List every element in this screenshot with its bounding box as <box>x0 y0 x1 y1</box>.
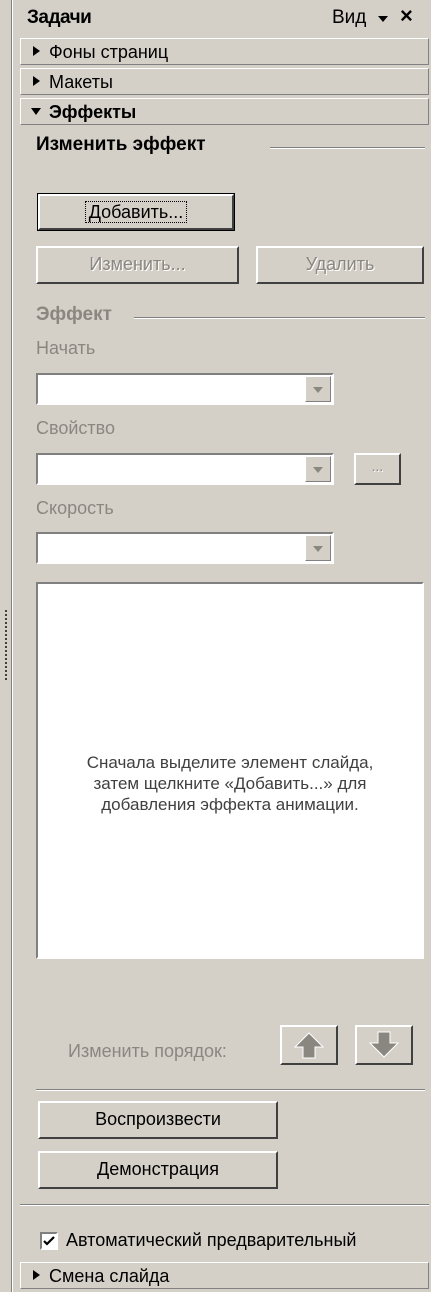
splitter-grip[interactable] <box>3 610 9 682</box>
check-icon <box>43 1236 55 1246</box>
effect-heading: Эффект <box>36 304 112 325</box>
play-button[interactable]: Воспроизвести <box>38 1101 278 1139</box>
move-down-button[interactable] <box>355 1025 413 1065</box>
start-combobox[interactable] <box>36 373 334 405</box>
delete-effect-button[interactable]: Удалить <box>256 246 424 284</box>
property-label: Свойство <box>36 418 116 438</box>
start-dropdown-button[interactable] <box>305 376 331 402</box>
property-combobox[interactable] <box>36 453 334 485</box>
close-icon[interactable]: × <box>400 3 413 29</box>
chevron-down-icon <box>313 387 323 393</box>
section-slide-transition[interactable]: Смена слайда <box>20 1262 429 1289</box>
modify-effect-heading: Изменить эффект <box>36 134 206 155</box>
section-effects-label: Эффекты <box>49 102 137 122</box>
property-more-button[interactable]: ... <box>354 453 401 485</box>
autopreview-checkbox[interactable] <box>40 1232 58 1250</box>
section-layouts[interactable]: Макеты <box>20 68 429 95</box>
effects-list[interactable]: Сначала выделите элемент слайда, затем щ… <box>36 582 424 959</box>
triangle-down-icon <box>31 108 41 115</box>
pane-splitter[interactable] <box>0 0 14 1292</box>
view-menu-button[interactable]: Вид <box>332 7 366 29</box>
slideshow-button[interactable]: Демонстрация <box>38 1151 278 1189</box>
section-effects[interactable]: Эффекты <box>20 98 429 125</box>
task-pane-title: Задачи <box>27 7 92 28</box>
chevron-down-icon[interactable] <box>378 16 388 22</box>
reorder-label: Изменить порядок: <box>68 1041 227 1061</box>
chevron-down-icon <box>313 546 323 552</box>
triangle-right-icon <box>33 46 40 56</box>
move-up-button[interactable] <box>280 1025 338 1065</box>
section-layouts-label: Макеты <box>49 72 113 92</box>
effects-list-hint: Сначала выделите элемент слайда, затем щ… <box>86 753 374 814</box>
task-pane-titlebar: Задачи Вид × <box>14 0 431 36</box>
section-backgrounds-label: Фоны страниц <box>49 42 169 62</box>
triangle-right-icon <box>33 76 40 86</box>
task-pane: Задачи Вид × Фоны страниц Макеты Эффекты… <box>14 0 431 1292</box>
section-slide-transition-label: Смена слайда <box>49 1266 170 1286</box>
speed-combobox[interactable] <box>36 532 334 564</box>
change-effect-button[interactable]: Изменить... <box>36 246 239 284</box>
section-backgrounds[interactable]: Фоны страниц <box>20 38 429 65</box>
speed-label: Скорость <box>36 498 114 518</box>
autopreview-label[interactable]: Автоматический предварительный <box>66 1230 356 1251</box>
start-label: Начать <box>36 338 96 358</box>
add-effect-button[interactable]: Добавить... <box>37 193 235 231</box>
add-effect-label: Добавить... <box>84 201 188 223</box>
triangle-right-icon <box>33 1270 40 1280</box>
arrow-down-icon <box>368 1031 400 1058</box>
speed-dropdown-button[interactable] <box>305 535 331 561</box>
arrow-up-icon <box>293 1032 325 1059</box>
chevron-down-icon <box>313 467 323 473</box>
property-dropdown-button[interactable] <box>305 456 331 482</box>
